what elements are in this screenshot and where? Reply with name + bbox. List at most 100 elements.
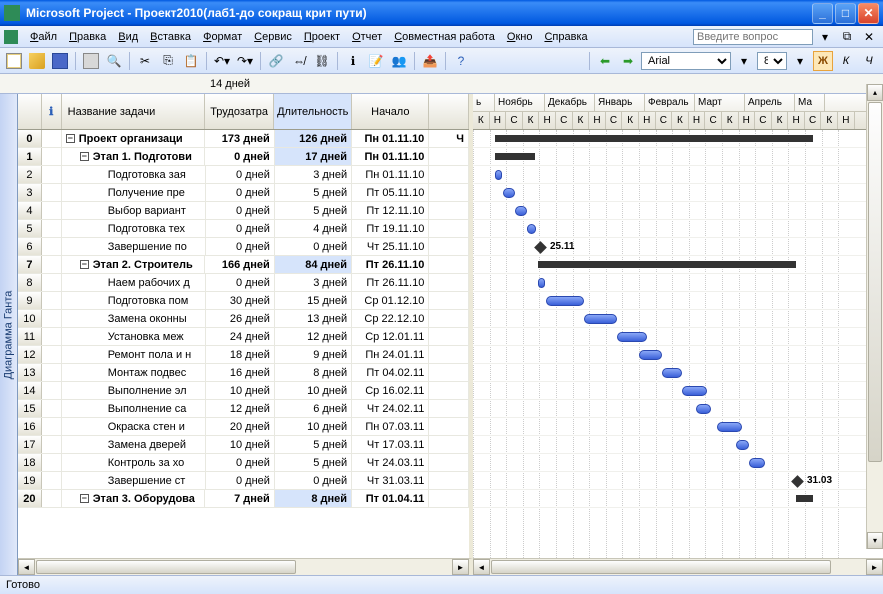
row-id[interactable]: 14 [18,382,42,399]
duration-cell[interactable]: 0 дней [275,472,352,489]
duration-cell[interactable]: 0 дней [275,238,352,255]
summary-bar[interactable] [495,135,813,142]
row-info[interactable] [42,310,62,327]
start-cell[interactable]: Чт 31.03.11 [352,472,429,489]
work-cell[interactable]: 24 дней [206,328,275,345]
menu-отчет[interactable]: Отчет [346,29,388,45]
work-cell[interactable]: 7 дней [205,490,274,507]
task-row[interactable]: 14Выполнение эл10 дней10 днейСр 16.02.11 [18,382,469,400]
task-row[interactable]: 4Выбор вариант0 дней5 днейПт 12.11.10 [18,202,469,220]
duration-cell[interactable]: 8 дней [275,490,352,507]
control-icon[interactable] [4,30,18,44]
task-name-cell[interactable]: Подготовка пом [62,292,206,309]
save-icon[interactable] [50,51,70,71]
split-icon[interactable]: ⛓ [312,51,332,71]
task-name-cell[interactable]: Получение пре [62,184,206,201]
gantt-row[interactable] [473,364,883,382]
task-name-cell[interactable]: Выполнение са [62,400,206,417]
task-name-cell[interactable]: Контроль за хо [62,454,206,471]
rest-cell[interactable] [429,238,469,255]
row-info[interactable] [42,328,62,345]
task-bar[interactable] [584,314,617,324]
minimize-button[interactable]: _ [812,3,833,24]
row-info[interactable] [42,202,62,219]
row-id[interactable]: 19 [18,472,42,489]
duration-cell[interactable]: 13 дней [275,310,352,327]
undo-icon[interactable]: ↶▾ [212,51,232,71]
duration-cell[interactable]: 6 дней [275,400,352,417]
vscroll-thumb[interactable] [868,102,882,462]
rest-cell[interactable] [429,490,469,507]
gantt-row[interactable] [473,292,883,310]
work-cell[interactable]: 0 дней [206,184,275,201]
paste-icon[interactable]: 📋 [181,51,201,71]
extra-column-header[interactable] [429,94,469,129]
row-info[interactable] [42,220,62,237]
nav-fwd-icon[interactable]: ➡ [618,51,638,71]
work-cell[interactable]: 0 дней [206,238,275,255]
work-cell[interactable]: 0 дней [206,220,275,237]
start-cell[interactable]: Пт 26.11.10 [352,274,429,291]
row-id[interactable]: 0 [18,130,42,147]
start-cell[interactable]: Пт 26.11.10 [352,256,429,273]
view-bar[interactable]: Диаграмма Ганта [0,94,18,575]
duration-cell[interactable]: 3 дней [275,166,352,183]
table-scroll-left-icon[interactable]: ◄ [18,559,35,575]
menu-окно[interactable]: Окно [501,29,539,45]
task-name-cell[interactable]: −Этап 3. Оборудова [62,490,206,507]
task-name-cell[interactable]: −Этап 1. Подготови [62,148,206,165]
assign-icon[interactable]: 👥 [389,51,409,71]
gantt-row[interactable] [473,418,883,436]
work-cell[interactable]: 0 дней [206,472,275,489]
gantt-row[interactable] [473,148,883,166]
gantt-row[interactable] [473,256,883,274]
rest-cell[interactable] [429,184,469,201]
task-name-cell[interactable]: Ремонт пола и н [62,346,206,363]
italic-button[interactable]: К [836,51,856,71]
outline-toggle-icon[interactable]: − [80,152,89,161]
row-info[interactable] [42,364,62,381]
row-id[interactable]: 12 [18,346,42,363]
task-bar[interactable] [662,368,682,378]
work-cell[interactable]: 10 дней [206,382,275,399]
gantt-scroll-right-icon[interactable]: ► [866,559,883,575]
close-doc-icon[interactable]: ✕ [859,27,879,47]
help-dropdown-icon[interactable]: ▾ [815,27,835,47]
task-row[interactable]: 1−Этап 1. Подготови0 дней17 днейПн 01.11… [18,148,469,166]
duration-cell[interactable]: 84 дней [275,256,352,273]
rest-cell[interactable] [429,148,469,165]
start-cell[interactable]: Чт 24.03.11 [352,454,429,471]
print-icon[interactable] [81,51,101,71]
rest-cell[interactable] [429,400,469,417]
start-cell[interactable]: Пн 01.11.10 [352,166,429,183]
task-row[interactable]: 8Наем рабочих д0 дней3 днейПт 26.11.10 [18,274,469,292]
print-preview-icon[interactable]: 🔍 [104,51,124,71]
duration-cell[interactable]: 5 дней [275,436,352,453]
info-icon[interactable]: ℹ [343,51,363,71]
menu-совместная работа[interactable]: Совместная работа [388,29,501,45]
rest-cell[interactable] [429,328,469,345]
row-info[interactable] [42,382,62,399]
unlink-icon[interactable]: ⇎ [289,51,309,71]
duration-cell[interactable]: 17 дней [275,148,352,165]
copy-icon[interactable]: ⎘ [158,51,178,71]
rest-cell[interactable] [429,346,469,363]
row-id[interactable]: 2 [18,166,42,183]
row-id[interactable]: 3 [18,184,42,201]
outline-toggle-icon[interactable]: − [66,134,75,143]
row-info[interactable] [42,472,62,489]
menu-правка[interactable]: Правка [63,29,112,45]
gantt-row[interactable] [473,346,883,364]
start-cell[interactable]: Чт 24.02.11 [352,400,429,417]
task-bar[interactable] [538,278,545,288]
task-bar[interactable] [682,386,707,396]
rest-cell[interactable] [429,202,469,219]
row-info[interactable] [42,292,62,309]
start-column-header[interactable]: Начало [352,94,429,129]
start-cell[interactable]: Пн 07.03.11 [352,418,429,435]
menu-вид[interactable]: Вид [112,29,144,45]
row-id[interactable]: 5 [18,220,42,237]
work-cell[interactable]: 173 дней [205,130,274,147]
row-id[interactable]: 13 [18,364,42,381]
work-cell[interactable]: 16 дней [206,364,275,381]
